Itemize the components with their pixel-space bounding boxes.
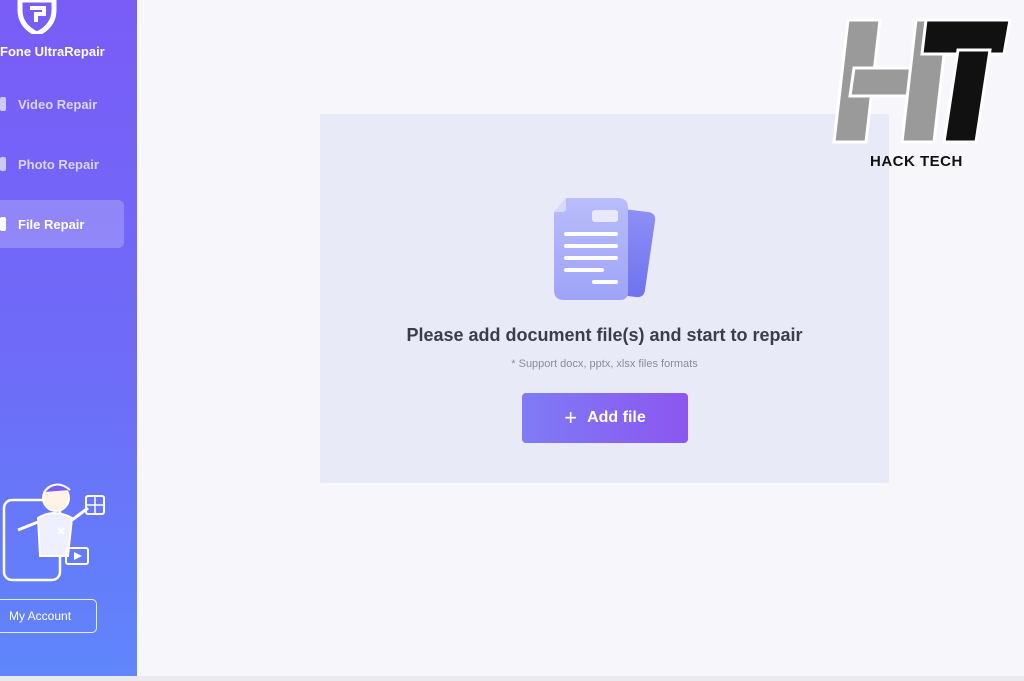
file-icon <box>0 217 6 231</box>
document-icon <box>554 198 656 300</box>
app-name: Fone UltraRepair <box>0 44 105 59</box>
watermark-ht-mark <box>832 18 1012 144</box>
file-drop-zone[interactable]: Please add document file(s) and start to… <box>320 114 889 483</box>
sidebar-item-photo-repair[interactable]: Photo Repair <box>0 140 124 188</box>
bottom-border <box>0 676 1024 681</box>
sidebar-item-label: Video Repair <box>18 96 98 112</box>
video-icon <box>0 97 6 111</box>
watermark-text: HACK TECH <box>870 153 963 170</box>
add-file-button[interactable]: + Add file <box>522 393 688 443</box>
watermark-logo: HACK TECH <box>826 14 1016 178</box>
sidebar-item-file-repair[interactable]: File Repair <box>0 200 124 248</box>
app-logo-icon <box>17 0 57 34</box>
my-account-button[interactable]: My Account <box>0 599 97 633</box>
photo-icon <box>0 157 6 171</box>
sidebar: Fone UltraRepair Video Repair Photo Repa… <box>0 0 137 676</box>
sidebar-item-label: Photo Repair <box>18 156 99 172</box>
sidebar-illustration <box>2 483 105 582</box>
plus-icon: + <box>564 405 578 430</box>
supported-formats-note: * Support docx, pptx, xlsx files formats <box>511 358 698 370</box>
add-file-label: Add file <box>587 409 646 426</box>
drop-zone-title: Please add document file(s) and start to… <box>406 325 803 345</box>
sidebar-item-label: File Repair <box>18 216 85 232</box>
sidebar-item-video-repair[interactable]: Video Repair <box>0 80 124 128</box>
